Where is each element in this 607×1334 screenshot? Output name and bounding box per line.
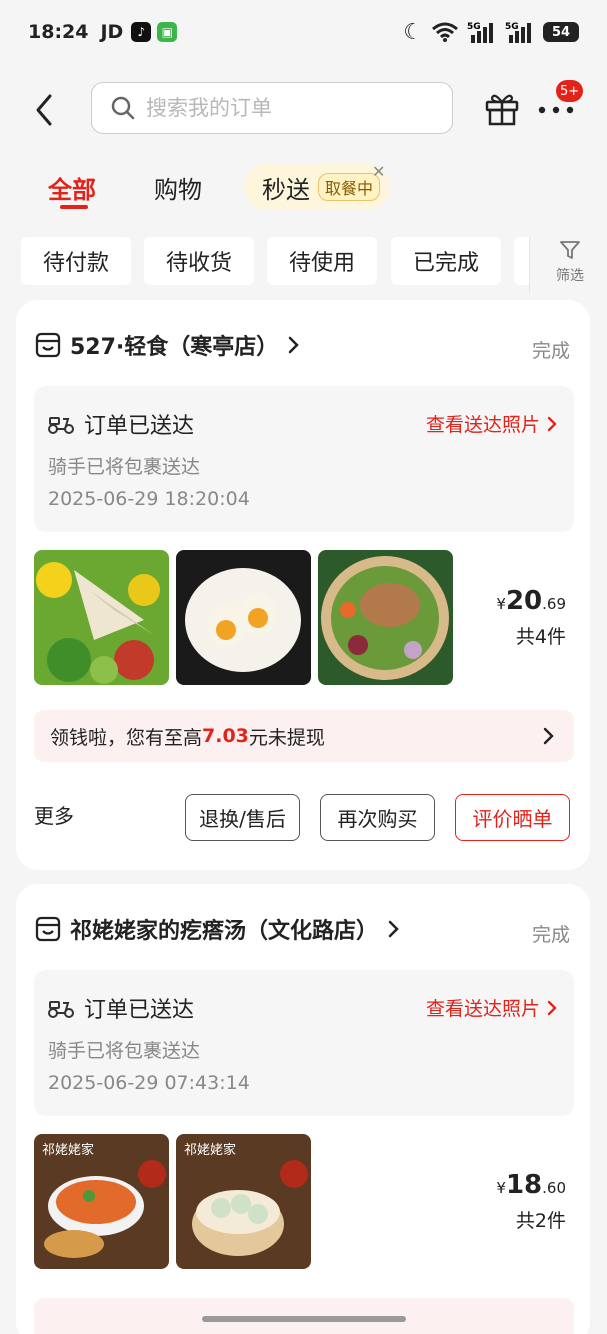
delivery-info[interactable]: 订单已送达 查看送达照片 骑手已将包裹送达 2025-06-29 07:43:1… bbox=[34, 970, 574, 1116]
product-thumbnail-soup[interactable]: 祁姥姥家 bbox=[34, 1134, 169, 1269]
moon-icon: ☾ bbox=[403, 19, 423, 45]
close-icon[interactable]: ✕ bbox=[372, 162, 385, 181]
funnel-icon bbox=[560, 241, 580, 259]
filter-pending-payment[interactable]: 待付款 bbox=[21, 237, 131, 285]
order-tabs: 全部 购物 秒送 取餐中 ✕ bbox=[0, 162, 607, 214]
currency-symbol: ¥ bbox=[496, 1179, 506, 1197]
search-input[interactable] bbox=[146, 96, 426, 120]
order-actions: 更多 退换/售后 再次购买 评价晒单 bbox=[34, 794, 574, 842]
status-filters: 待付款 待收货 待使用 已完成 筛选 bbox=[0, 237, 607, 293]
order-price: ¥20.69 共4件 bbox=[496, 586, 566, 649]
delivery-info[interactable]: 订单已送达 查看送达照片 骑手已将包裹送达 2025-06-29 18:20:0… bbox=[34, 386, 574, 532]
more-actions-link[interactable]: 更多 bbox=[34, 800, 74, 829]
order-price: ¥18.60 共2件 bbox=[496, 1170, 566, 1233]
review-button[interactable]: 评价晒单 bbox=[455, 794, 570, 841]
store-name: 祁姥姥家的疙瘩汤（文化路店） bbox=[70, 919, 379, 944]
price-decimal: .69 bbox=[542, 595, 566, 613]
store-link[interactable]: 祁姥姥家的疙瘩汤（文化路店） bbox=[34, 912, 402, 946]
order-status: 完成 bbox=[531, 340, 570, 362]
delivery-description: 骑手已将包裹送达 bbox=[48, 1040, 201, 1062]
store-icon bbox=[35, 332, 61, 358]
view-photo-label: 查看送达照片 bbox=[425, 998, 540, 1020]
store-icon bbox=[35, 916, 61, 942]
product-thumbnail-salad[interactable] bbox=[34, 550, 169, 685]
cash-withdraw-banner[interactable]: 领钱啦，您有至高 7.03 元未提现 bbox=[34, 710, 574, 762]
battery-indicator: 54 bbox=[543, 22, 579, 42]
home-indicator[interactable] bbox=[202, 1316, 406, 1322]
filter-button[interactable]: 筛选 bbox=[545, 239, 595, 287]
thumb-brand-text: 祁姥姥家 bbox=[184, 1142, 236, 1158]
store-name: 527·轻食（寒亭店） bbox=[70, 335, 279, 360]
filter-pending-receipt[interactable]: 待收货 bbox=[144, 237, 254, 285]
currency-symbol: ¥ bbox=[496, 595, 506, 613]
buy-again-button[interactable]: 再次购买 bbox=[320, 794, 435, 841]
pickup-status-tag: 取餐中 bbox=[318, 173, 381, 201]
delivery-title: 订单已送达 bbox=[84, 998, 195, 1023]
delivery-description: 骑手已将包裹送达 bbox=[48, 456, 201, 478]
product-thumbnail-eggs[interactable] bbox=[176, 550, 311, 685]
status-bar: 18:24 JD ♪ ▣ ☾ 5G 5G 54 bbox=[0, 0, 607, 64]
delivery-scooter-icon bbox=[48, 417, 74, 434]
order-status: 完成 bbox=[531, 924, 570, 946]
delivery-title: 订单已送达 bbox=[84, 414, 195, 439]
filter-label: 筛选 bbox=[556, 268, 584, 284]
price-integer: 18 bbox=[505, 1170, 543, 1200]
thumb-brand-text: 祁姥姥家 bbox=[42, 1142, 94, 1158]
back-button[interactable] bbox=[30, 90, 60, 130]
order-card[interactable]: 祁姥姥家的疙瘩汤（文化路店） 完成 订单已送达 查看送达照片 骑手已将包裹送达 … bbox=[16, 884, 590, 1334]
promo-amount: 7.03 bbox=[202, 725, 249, 747]
notification-badge: 5+ bbox=[556, 80, 584, 102]
back-arrow-icon bbox=[36, 94, 52, 126]
signal-5g-icon-2: 5G bbox=[505, 22, 531, 43]
search-box[interactable] bbox=[91, 82, 453, 134]
filter-pending-use[interactable]: 待使用 bbox=[267, 237, 377, 285]
header: 5+ bbox=[0, 80, 607, 138]
signal-5g-icon: 5G bbox=[467, 22, 493, 43]
promo-prefix: 领钱啦，您有至高 bbox=[50, 726, 203, 749]
tab-all[interactable]: 全部 bbox=[48, 170, 96, 205]
filter-completed[interactable]: 已完成 bbox=[391, 237, 501, 285]
gift-icon bbox=[485, 94, 519, 126]
chevron-right-icon bbox=[547, 1000, 557, 1015]
order-card[interactable]: 527·轻食（寒亭店） 完成 订单已送达 查看送达照片 骑手已将包裹送达 202… bbox=[16, 300, 590, 870]
svg-text:5G: 5G bbox=[505, 22, 519, 32]
filter-overflow[interactable] bbox=[514, 237, 530, 285]
store-link[interactable]: 527·轻食（寒亭店） bbox=[34, 328, 302, 362]
divider bbox=[529, 237, 530, 293]
product-thumbnail-bowl[interactable] bbox=[318, 550, 453, 685]
chevron-right-icon bbox=[543, 727, 554, 745]
product-thumbnail-dumplings[interactable]: 祁姥姥家 bbox=[176, 1134, 311, 1269]
price-decimal: .60 bbox=[542, 1179, 566, 1197]
tab-active-indicator bbox=[60, 205, 88, 209]
item-count: 共2件 bbox=[515, 1210, 566, 1232]
status-time: 18:24 bbox=[28, 21, 89, 43]
delivery-scooter-icon bbox=[48, 1001, 74, 1018]
app-notification-icon: ▣ bbox=[157, 22, 178, 42]
tab-instant-delivery[interactable]: 秒送 取餐中 bbox=[244, 164, 390, 210]
search-icon bbox=[111, 96, 135, 120]
price-integer: 20 bbox=[505, 586, 543, 616]
wifi-icon bbox=[432, 22, 458, 42]
chevron-right-icon bbox=[547, 416, 557, 431]
svg-text:5G: 5G bbox=[467, 22, 481, 32]
delivery-time: 2025-06-29 07:43:14 bbox=[48, 1072, 250, 1094]
chevron-right-icon bbox=[388, 920, 399, 938]
tab-shopping[interactable]: 购物 bbox=[154, 170, 202, 205]
view-delivery-photo-link[interactable]: 查看送达照片 bbox=[426, 410, 558, 437]
tiktok-icon: ♪ bbox=[131, 22, 152, 42]
tab-instant-label: 秒送 bbox=[262, 175, 310, 204]
chevron-right-icon bbox=[289, 336, 300, 354]
gift-button[interactable] bbox=[484, 90, 520, 126]
item-count: 共4件 bbox=[515, 626, 566, 648]
status-carrier: JD bbox=[100, 21, 124, 43]
promo-suffix: 元未提现 bbox=[248, 726, 325, 749]
view-delivery-photo-link[interactable]: 查看送达照片 bbox=[426, 994, 558, 1021]
view-photo-label: 查看送达照片 bbox=[425, 414, 540, 436]
return-aftersale-button[interactable]: 退换/售后 bbox=[185, 794, 300, 841]
delivery-time: 2025-06-29 18:20:04 bbox=[48, 488, 250, 510]
